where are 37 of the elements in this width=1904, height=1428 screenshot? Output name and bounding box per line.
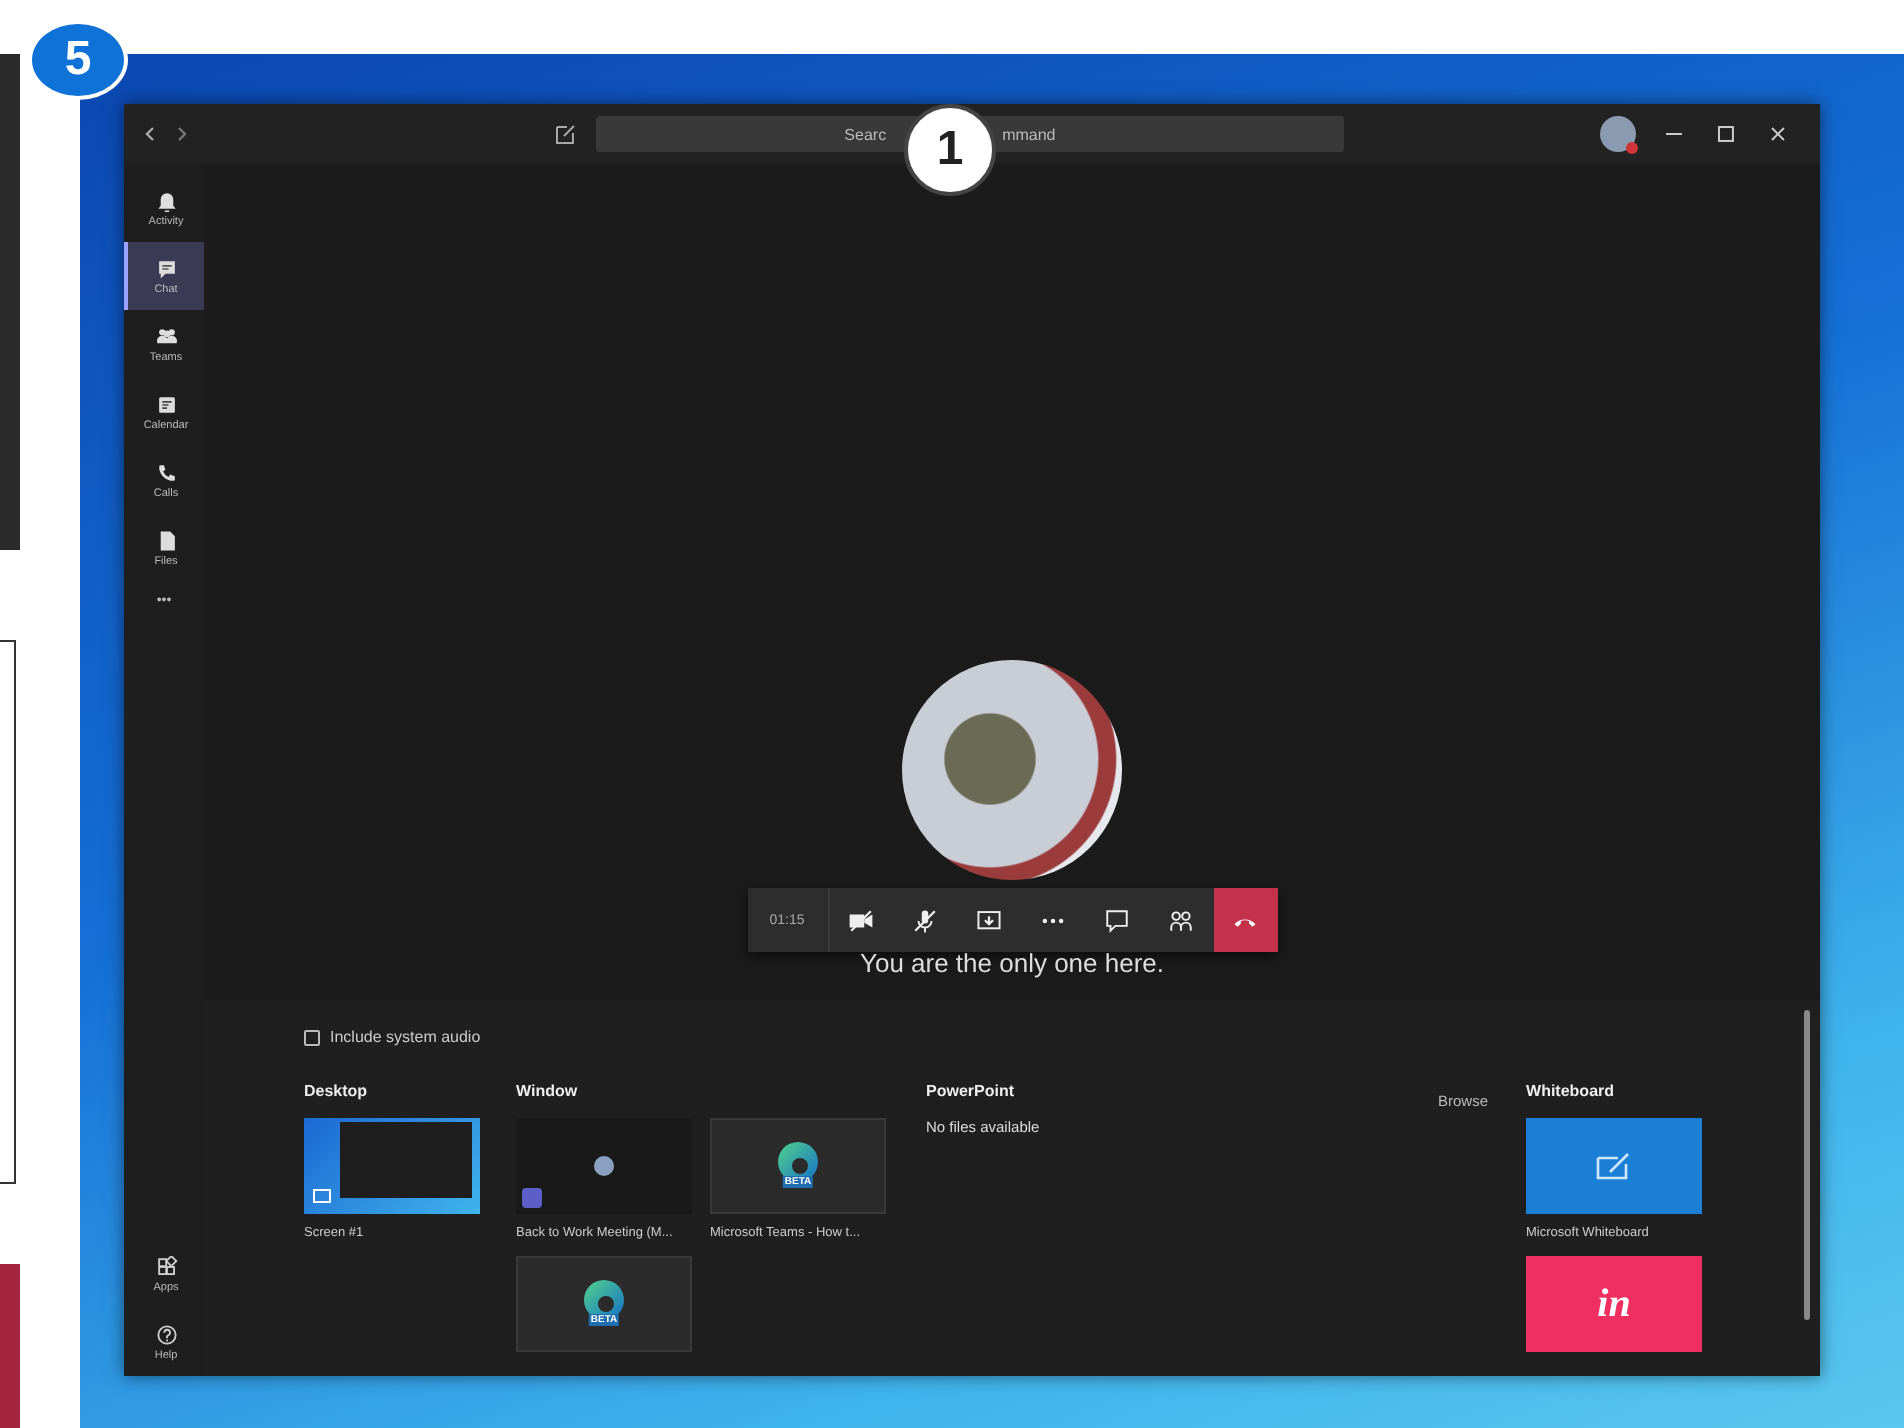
app-logo-icon <box>522 1188 542 1208</box>
scrollbar[interactable] <box>1804 1010 1810 1320</box>
screen-thumbnail[interactable] <box>304 1118 480 1214</box>
checkbox-label: Include system audio <box>330 1028 481 1046</box>
people-icon <box>155 325 177 347</box>
compose-icon[interactable] <box>554 122 579 146</box>
checkbox[interactable] <box>304 1029 320 1045</box>
maximize-icon[interactable] <box>1716 124 1737 144</box>
monitor-icon <box>312 1186 332 1206</box>
bell-icon <box>155 189 177 211</box>
close-icon[interactable] <box>1768 124 1788 144</box>
mic-off-icon <box>912 907 938 933</box>
help-icon <box>155 1323 177 1345</box>
section-title: Window <box>516 1082 580 1104</box>
whiteboard-icon <box>1594 1150 1635 1182</box>
apps-icon <box>155 1255 177 1277</box>
people-icon <box>1168 907 1194 933</box>
section-title: Desktop <box>304 1082 370 1104</box>
calendar-icon <box>155 393 177 415</box>
camera-off-icon <box>848 907 874 933</box>
forward-icon[interactable] <box>172 124 192 144</box>
window-thumbnail[interactable] <box>516 1118 692 1214</box>
status-message: You are the only one here. <box>859 948 1165 978</box>
section-title: Whiteboard <box>1526 1082 1617 1104</box>
share-screen-icon <box>976 907 1002 933</box>
whiteboard-tile[interactable] <box>1526 1118 1703 1214</box>
chat-icon <box>1104 907 1130 933</box>
profile-avatar[interactable] <box>1600 116 1637 152</box>
phone-icon <box>155 461 177 483</box>
status-dot <box>1626 142 1639 154</box>
invision-tile[interactable]: in <box>1526 1256 1703 1352</box>
chat-icon <box>155 257 177 279</box>
back-icon[interactable] <box>140 124 160 144</box>
section-title: PowerPoint <box>926 1082 1017 1104</box>
file-icon <box>155 529 177 551</box>
avatar-icon <box>594 1156 614 1176</box>
step-badge: 5 <box>28 20 128 100</box>
